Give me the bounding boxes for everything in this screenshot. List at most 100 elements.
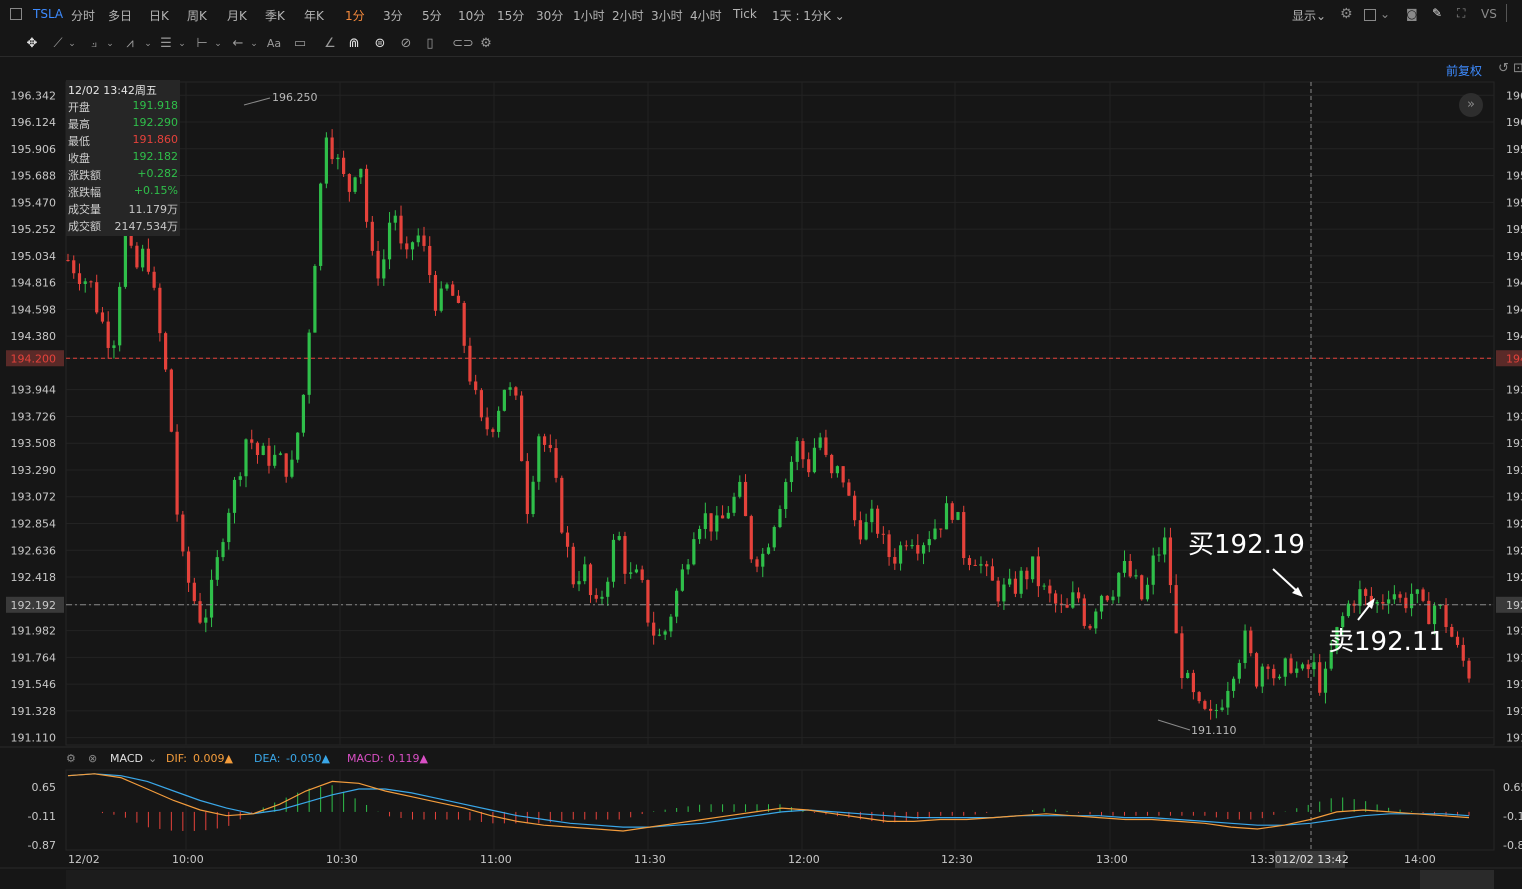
layout-icon[interactable] — [1364, 9, 1376, 21]
candle-body — [726, 512, 730, 519]
time-tick: 12:30 — [941, 853, 973, 866]
macd-settings-icon[interactable]: ⚙ — [66, 752, 76, 765]
period-tab[interactable]: 15分 — [497, 7, 524, 24]
wave-icon[interactable]: ⩘ — [122, 36, 138, 52]
ohlc-row: 开盘 191.918 — [66, 97, 180, 114]
candle-body — [560, 477, 564, 533]
chevron-down-icon[interactable]: ⌄ — [210, 36, 226, 52]
period-tab[interactable]: 30分 — [536, 7, 563, 24]
chevron-down-icon[interactable]: ⌄ — [102, 36, 118, 52]
chevron-down-icon[interactable]: ⌄ — [64, 36, 80, 52]
range-select[interactable]: 1天 : 1分K ⌄ — [772, 7, 845, 24]
macd-close-icon[interactable]: ⊗ — [88, 752, 97, 765]
visibility-icon[interactable]: ⊂⊃ — [452, 36, 474, 52]
period-tab[interactable]: 1分 — [345, 7, 365, 24]
chevron-down-icon[interactable]: ⌄ — [246, 36, 262, 52]
candle-body — [1111, 596, 1115, 601]
period-tab[interactable]: 4小时 — [690, 7, 722, 24]
candle-body — [485, 417, 489, 430]
period-tab[interactable]: Tick — [733, 7, 757, 21]
period-tab[interactable]: 日K — [149, 7, 169, 24]
candle-body — [1323, 668, 1328, 693]
price-tick: 195.470 — [11, 196, 57, 209]
chevron-down-icon[interactable]: ⌄ — [174, 36, 190, 52]
chevron-down-icon[interactable]: ⌄ — [1380, 7, 1390, 21]
display-menu[interactable]: 显示⌄ — [1292, 7, 1326, 24]
candle-body — [462, 302, 466, 346]
candle-body — [1450, 626, 1454, 637]
candle-body — [807, 459, 811, 473]
candle-body — [755, 559, 759, 567]
price-tick: 196 — [1506, 89, 1522, 102]
chart-extras: 196.250 191.110 — [243, 91, 1375, 737]
ohlc-time: 12/02 13:42周五 — [68, 84, 157, 97]
expand-panel-icon[interactable]: » — [1459, 93, 1483, 117]
divider — [1506, 4, 1507, 22]
scale-icon[interactable]: ⊡ — [1513, 61, 1522, 76]
hide-icon[interactable]: ⊘ — [398, 36, 414, 52]
ruler-icon[interactable]: ∠ — [322, 36, 338, 52]
candle-body — [393, 215, 397, 223]
period-tab[interactable]: 1小时 — [573, 7, 605, 24]
price-tick: 196.124 — [11, 116, 57, 129]
adjust-toggle[interactable]: 前复权 — [1446, 62, 1482, 79]
measure-icon[interactable]: ⊢ — [194, 36, 210, 52]
trash-icon[interactable]: ▯ — [422, 36, 438, 52]
candle-body — [1151, 555, 1155, 585]
candle-body — [451, 284, 455, 296]
time-tick: 14:00 — [1404, 853, 1436, 866]
ohlc-row: 涨跌额 +0.282 — [66, 165, 180, 182]
magnet-icon[interactable]: ⋒ — [346, 36, 362, 52]
chevron-down-icon[interactable]: ⌄ — [140, 36, 156, 52]
compare-button[interactable]: VS — [1481, 7, 1497, 21]
comment-icon[interactable]: ▭ — [292, 36, 308, 52]
candle-body — [761, 553, 765, 567]
time-scrollbar[interactable] — [66, 870, 1494, 889]
candle-body — [950, 503, 954, 520]
candle-body — [732, 496, 736, 513]
macd-name[interactable]: MACD — [110, 752, 143, 765]
ohlc-row: 成交量 11.179万 — [66, 199, 180, 216]
move-icon[interactable]: ✥ — [24, 36, 40, 52]
period-tab[interactable]: 分时 — [71, 7, 95, 24]
candle-body — [531, 481, 535, 515]
pencil-icon[interactable]: ✎ — [1432, 6, 1442, 20]
lock-icon[interactable]: ⊜ — [372, 36, 388, 52]
camera-icon[interactable]: ◙ — [1406, 7, 1418, 21]
channel-icon[interactable]: ⟓ — [86, 36, 102, 52]
symbol-label[interactable]: TSLA — [33, 7, 63, 21]
fullscreen-icon[interactable]: ⛶ — [1457, 6, 1465, 21]
ohlc-label: 涨跌幅 — [68, 186, 101, 199]
settings-icon[interactable]: ⚙ — [478, 36, 494, 52]
reset-icon[interactable]: ↺ — [1498, 61, 1509, 76]
period-tab[interactable]: 3小时 — [651, 7, 683, 24]
candle-body — [1364, 589, 1368, 596]
period-tab[interactable]: 3分 — [383, 7, 403, 24]
price-tick: 193.290 — [11, 464, 57, 477]
text-icon[interactable]: Aa — [266, 36, 282, 52]
ohlc-row: 收盘 192.182 — [66, 148, 180, 165]
period-tab[interactable]: 5分 — [422, 7, 442, 24]
candle-body — [697, 528, 702, 540]
gear-icon[interactable]: ⚙ — [1340, 6, 1353, 22]
ohlc-label: 收盘 — [68, 152, 90, 165]
price-tick: 194.200 — [11, 352, 57, 365]
scrollbar-thumb[interactable] — [1420, 870, 1494, 889]
period-tab[interactable]: 周K — [187, 7, 207, 24]
period-tab[interactable]: 月K — [227, 7, 247, 24]
candle-body — [296, 432, 300, 460]
time-tick: 12/02 — [68, 853, 100, 866]
price-tick: 194 — [1506, 330, 1522, 343]
period-tab[interactable]: 10分 — [458, 7, 485, 24]
candle-body — [100, 312, 105, 322]
period-tab[interactable]: 多日 — [108, 7, 132, 24]
candle-body — [1295, 668, 1299, 673]
chevron-down-icon[interactable]: ⌄ — [148, 752, 157, 765]
period-tab[interactable]: 2小时 — [612, 7, 644, 24]
period-tab[interactable]: 季K — [265, 7, 285, 24]
arrow-left-icon[interactable]: ← — [230, 36, 246, 52]
candle-body — [89, 281, 93, 283]
fib-icon[interactable]: ☰ — [158, 36, 174, 52]
period-tab[interactable]: 年K — [304, 7, 324, 24]
panel-toggle-icon[interactable] — [10, 8, 22, 20]
